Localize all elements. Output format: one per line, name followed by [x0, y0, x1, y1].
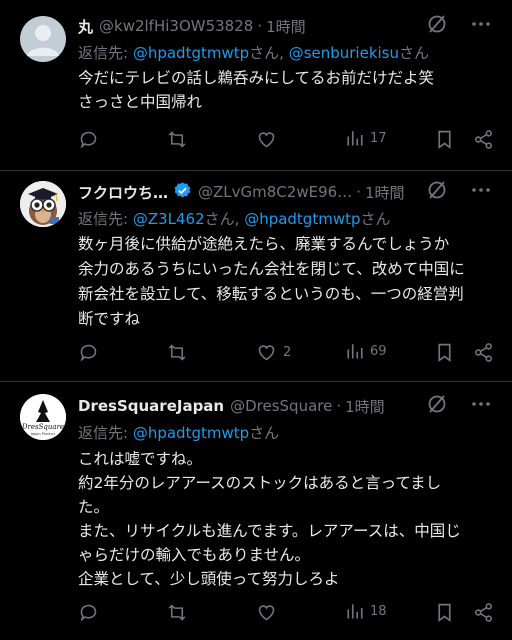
views-button[interactable]: 69 — [346, 342, 387, 360]
replying-to: 返信先: @hpadtgtmwtpさん — [78, 424, 280, 442]
author-handle[interactable]: @kw2lfHi3OW53828 — [99, 17, 253, 35]
reply-mention-link[interactable]: @hpadtgtmwtp — [133, 44, 249, 62]
view-count: 69 — [370, 343, 387, 359]
svg-text:DresSquare: DresSquare — [21, 423, 64, 431]
separator: · — [257, 17, 263, 35]
author-name[interactable]: 丸 — [78, 16, 93, 37]
share-button[interactable] — [473, 602, 494, 623]
reply-icon — [80, 131, 97, 149]
action-bar: 17 — [78, 129, 498, 153]
more-icon[interactable] — [470, 13, 492, 39]
share-icon — [475, 603, 492, 622]
default-avatar-icon[interactable] — [20, 16, 66, 62]
like-button[interactable]: 2 — [256, 342, 291, 363]
grok-slash-icon[interactable] — [426, 13, 448, 39]
bookmark-icon — [438, 130, 451, 150]
timestamp[interactable]: 1時間 — [345, 396, 385, 417]
grok-slash-icon[interactable] — [426, 393, 448, 419]
timestamp[interactable]: 1時間 — [365, 182, 405, 203]
more-icon[interactable] — [470, 393, 492, 419]
like-icon — [258, 132, 275, 148]
owl-avatar-icon[interactable] — [20, 181, 66, 227]
author-name[interactable]: DresSquareJapan — [78, 397, 224, 415]
post-3[interactable]: DresSquare Japan Product DresSquareJapan… — [0, 382, 512, 640]
more-icon[interactable] — [470, 179, 492, 205]
views-icon — [347, 131, 363, 146]
views-button[interactable]: 17 — [346, 129, 387, 147]
author-handle[interactable]: @ZLvGm8C2wE96… — [198, 183, 352, 201]
replying-to: 返信先: @hpadtgtmwtpさん, @senburiekisuさん — [78, 44, 430, 62]
repost-button[interactable] — [166, 342, 188, 363]
reply-mention-link[interactable]: @Z3L462 — [133, 210, 205, 228]
author-name[interactable]: フクロウち… — [78, 182, 168, 203]
author-handle[interactable]: @DresSquare — [230, 397, 332, 415]
reply-button[interactable] — [78, 342, 99, 363]
header-icons — [426, 394, 492, 418]
share-button[interactable] — [473, 129, 494, 150]
reply-mention-link[interactable]: @senburiekisu — [289, 44, 399, 62]
bookmark-button[interactable] — [435, 129, 454, 150]
verified-badge-icon — [173, 181, 192, 204]
view-count: 17 — [370, 130, 387, 146]
post-text: 今だにテレビの話し鵜呑みにしてるお前だけだよ笑 さっさと中国帰れ — [78, 69, 435, 111]
like-button[interactable] — [256, 129, 283, 150]
separator: · — [356, 183, 361, 201]
svg-text:Japan Product: Japan Product — [30, 432, 56, 436]
bookmark-icon — [438, 603, 451, 623]
repost-icon — [168, 604, 186, 621]
reply-button[interactable] — [78, 602, 99, 623]
like-button[interactable] — [256, 602, 283, 623]
bookmark-button[interactable] — [435, 342, 454, 363]
reply-mention-link[interactable]: @hpadtgtmwtp — [133, 424, 249, 442]
views-icon — [347, 344, 363, 359]
post-text: これは嘘ですね。 約2年分のレアアースのストックはあると言ってまし た。 また、… — [78, 450, 461, 588]
share-button[interactable] — [473, 342, 494, 363]
grok-slash-icon[interactable] — [426, 179, 448, 205]
action-bar: 18 — [78, 602, 498, 626]
post-1[interactable]: 丸 @kw2lfHi3OW53828 · 1時間 返信先: @hpadtgtmw… — [0, 0, 512, 170]
dress-logo-avatar[interactable]: DresSquare Japan Product — [20, 394, 66, 440]
views-button[interactable]: 18 — [346, 602, 387, 620]
timestamp[interactable]: 1時間 — [266, 16, 306, 37]
action-bar: 2 69 — [78, 342, 498, 366]
repost-button[interactable] — [166, 129, 188, 150]
view-count: 18 — [370, 603, 387, 619]
repost-button[interactable] — [166, 602, 188, 623]
reply-mention-link[interactable]: @hpadtgtmwtp — [244, 210, 360, 228]
separator: · — [336, 397, 342, 415]
post-2[interactable]: フクロウち… @ZLvGm8C2wE96… · 1時間 返信先: @Z3L462… — [0, 171, 512, 381]
bookmark-icon — [438, 343, 451, 363]
header-icons — [426, 14, 492, 38]
reply-button[interactable] — [78, 129, 99, 150]
bookmark-button[interactable] — [435, 602, 454, 623]
reply-icon — [80, 344, 97, 362]
like-icon — [258, 345, 275, 361]
repost-icon — [168, 131, 186, 148]
repost-icon — [168, 344, 186, 361]
share-icon — [475, 130, 492, 149]
header-icons — [426, 180, 492, 204]
replying-to: 返信先: @Z3L462さん, @hpadtgtmwtpさん — [78, 210, 391, 228]
views-icon — [347, 604, 363, 619]
share-icon — [475, 343, 492, 362]
reply-icon — [80, 604, 97, 622]
post-text: 数ヶ月後に供給が途絶えたら、廃業するんでしょうか 余力のあるうちにいったん会社を… — [78, 235, 465, 328]
like-icon — [258, 605, 275, 621]
like-count: 2 — [283, 345, 292, 360]
